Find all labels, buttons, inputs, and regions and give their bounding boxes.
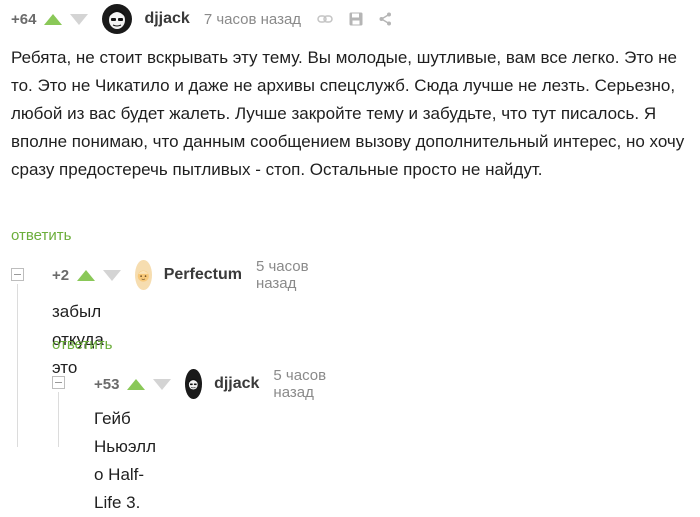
upvote-arrow-icon[interactable]	[77, 269, 96, 281]
comment-rating: +64	[11, 10, 37, 28]
avatar[interactable]	[102, 4, 133, 34]
username[interactable]: Perfectum	[164, 266, 242, 284]
comment-time[interactable]: 7 часов назад	[204, 11, 301, 28]
collapse-icon[interactable]	[11, 268, 24, 281]
link-icon[interactable]	[317, 14, 333, 24]
avatar-face-icon	[189, 378, 199, 390]
avatar-face-icon	[109, 9, 126, 29]
comment-time[interactable]: 5 часов назад	[273, 367, 327, 401]
collapse-icon[interactable]	[52, 376, 65, 389]
comment-time[interactable]: 5 часов назад	[256, 258, 310, 292]
comment-header: +2 Perfectum 5 часов назад	[52, 258, 310, 292]
username[interactable]: djjack	[144, 10, 189, 28]
upvote-arrow-icon[interactable]	[44, 13, 63, 25]
upvote-arrow-icon[interactable]	[127, 378, 146, 390]
downvote-arrow-icon[interactable]	[70, 13, 89, 25]
reply-link[interactable]: ответить	[11, 227, 71, 244]
comment-rating: +53	[94, 375, 120, 393]
avatar[interactable]	[185, 369, 203, 399]
comment-rating: +2	[52, 266, 70, 284]
comment-text: Гейб Ньюэлл о Half-Life 3.	[94, 409, 157, 512]
comment-header: +53 djjack 5 часов назад	[94, 367, 327, 401]
avatar-face-icon	[137, 270, 149, 282]
downvote-arrow-icon[interactable]	[103, 269, 122, 281]
comment-text: Ребята, не стоит вскрывать эту тему. Вы …	[11, 48, 685, 179]
share-icon[interactable]	[379, 12, 392, 26]
save-icon[interactable]	[349, 12, 363, 26]
thread-line	[58, 392, 59, 447]
username[interactable]: djjack	[214, 375, 259, 393]
downvote-arrow-icon[interactable]	[153, 378, 172, 390]
reply-link[interactable]: ответить	[52, 336, 112, 353]
thread-line	[17, 284, 18, 447]
avatar[interactable]	[135, 260, 152, 290]
comment-header: +64 djjack 7 часов назад	[11, 4, 392, 34]
